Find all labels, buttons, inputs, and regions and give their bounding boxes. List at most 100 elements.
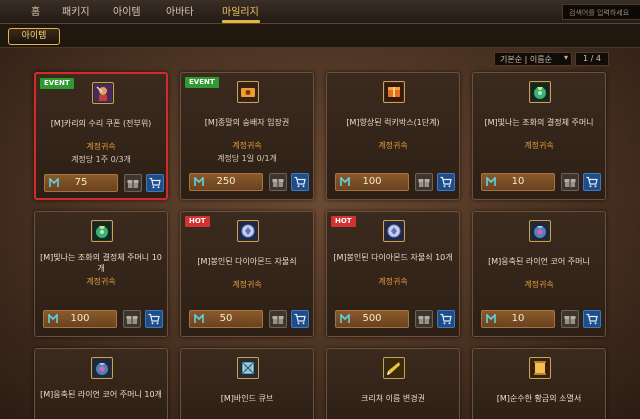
add-to-cart-button[interactable] <box>146 174 164 192</box>
gift-button[interactable] <box>415 310 433 328</box>
lucky-box-icon <box>383 81 405 103</box>
price-value: 100 <box>70 313 90 324</box>
sub-nav <box>0 24 640 48</box>
price-value: 75 <box>74 177 88 188</box>
item-bind-type: 계정귀속 <box>378 141 408 150</box>
item-bind-type: 계정귀속 <box>86 142 116 151</box>
gift-icon <box>564 173 576 192</box>
price-value: 100 <box>362 176 382 187</box>
add-to-cart-button[interactable] <box>583 310 601 328</box>
nav-avatar[interactable]: 아바타 <box>166 3 194 18</box>
item-name: [M]카리의 수리 쿠폰 (전부위) <box>50 119 152 128</box>
gift-button[interactable] <box>269 310 287 328</box>
item-name: 크리쳐 이름 변경권 <box>361 394 425 403</box>
gift-button[interactable] <box>415 173 433 191</box>
chevron-down-icon: ▾ <box>563 53 568 62</box>
search-input[interactable]: 검색어를 입력하세요 <box>562 4 640 20</box>
add-to-cart-button[interactable] <box>291 310 309 328</box>
cart-icon <box>149 174 161 193</box>
lion-core-pouch-icon <box>529 220 551 242</box>
price-box: 50 <box>189 310 263 328</box>
item-name: [M]바인드 큐브 <box>220 394 274 403</box>
bind-cube-icon <box>237 357 259 379</box>
price-value: 250 <box>216 176 236 187</box>
gift-icon <box>418 173 430 192</box>
add-to-cart-button[interactable] <box>583 173 601 191</box>
lion-core-pouch-icon <box>91 357 113 379</box>
gift-button[interactable] <box>123 310 141 328</box>
price-value: 50 <box>219 313 233 324</box>
item-name: [M]향상된 럭키박스(1단계) <box>346 118 440 127</box>
gift-icon <box>272 310 284 329</box>
rename-ticket-icon <box>383 357 405 379</box>
gift-button[interactable] <box>561 310 579 328</box>
nav-home[interactable]: 홈 <box>31 3 40 18</box>
add-to-cart-button[interactable] <box>437 173 455 191</box>
event-badge: EVENT <box>40 78 74 89</box>
hot-badge: HOT <box>185 216 210 227</box>
add-to-cart-button[interactable] <box>437 310 455 328</box>
product-card[interactable]: HOT [M]봉인된 다이아몬드 자물쇠계정귀속 50 <box>180 211 314 337</box>
item-bind-type: 계정귀속 <box>232 280 262 289</box>
product-card[interactable]: EVENT [M]종말의 숭배자 입장권 계정귀속 계정당 1일 0/1개 250 <box>180 72 314 200</box>
product-card[interactable]: [M]향상된 럭키박스(1단계) 계정귀속 100 <box>326 72 460 200</box>
add-to-cart-button[interactable] <box>291 173 309 191</box>
gift-button[interactable] <box>124 174 142 192</box>
cart-icon <box>586 173 598 192</box>
price-value: 10 <box>511 176 525 187</box>
item-bind-type: 계정귀속 <box>524 280 554 289</box>
price-box: 75 <box>44 174 118 192</box>
pagination[interactable]: 1 / 4 <box>575 52 609 66</box>
product-card[interactable]: [M]응축된 라이언 코어 주머니계정귀속 10 <box>472 211 606 337</box>
event-badge: EVENT <box>185 77 219 88</box>
item-name: [M]봉인된 다이아몬드 자물쇠 10개 <box>333 253 453 262</box>
diamond-lock-icon <box>383 220 405 242</box>
product-card[interactable]: EVENT [M]카리의 수리 쿠폰 (전부위) 계정귀속계정당 1주 0/3개 75 <box>34 72 168 200</box>
product-card[interactable]: [M]빛나는 조화의 결정체 주머니 10개 계정귀속 100 <box>34 211 168 337</box>
cart-icon <box>294 310 306 329</box>
cart-icon <box>148 310 160 329</box>
price-box: 500 <box>335 310 409 328</box>
gift-button[interactable] <box>269 173 287 191</box>
gift-icon <box>127 174 139 193</box>
sort-select-value: 기본순 | 이름순 <box>500 55 552 64</box>
gift-button[interactable] <box>561 173 579 191</box>
price-box: 100 <box>335 173 409 191</box>
ticket-icon <box>237 81 259 103</box>
price-box: 100 <box>43 310 117 328</box>
product-card[interactable]: [M]바인드 큐브 <box>180 348 314 419</box>
item-bind-type: 계정귀속 <box>378 277 408 286</box>
item-name: [M]봉인된 다이아몬드 자물쇠 <box>197 257 297 266</box>
cart-icon <box>440 173 452 192</box>
price-box: 10 <box>481 310 555 328</box>
item-bind-type: 계정귀속 <box>232 141 262 150</box>
cart-icon <box>586 310 598 329</box>
nav-item[interactable]: 아이템 <box>113 3 141 18</box>
tab-item[interactable]: 아이템 <box>8 28 60 45</box>
product-card[interactable]: 크리쳐 이름 변경권 <box>326 348 460 419</box>
cart-icon <box>440 310 452 329</box>
crystal-pouch-icon <box>91 220 113 242</box>
product-card[interactable]: [M]순수한 황금의 소멸서 <box>472 348 606 419</box>
item-name: [M]응축된 라이언 코어 주머니 <box>488 257 590 266</box>
diamond-lock-icon <box>237 220 259 242</box>
add-to-cart-button[interactable] <box>145 310 163 328</box>
top-nav: 홈 패키지 아이템 아바타 마일리지 검색어를 입력하세요 <box>0 0 640 24</box>
sort-select[interactable]: 기본순 | 이름순 ▾ <box>494 52 572 66</box>
nav-package[interactable]: 패키지 <box>62 3 90 18</box>
golden-scroll-icon <box>529 357 551 379</box>
product-card[interactable]: [M]응축된 라이언 코어 주머니 10개 <box>34 348 168 419</box>
gift-icon <box>564 310 576 329</box>
item-name: [M]빛나는 조화의 결정체 주머니 <box>484 118 594 127</box>
item-purchase-limit: 계정당 1주 0/3개 <box>71 155 131 164</box>
price-value: 10 <box>511 313 525 324</box>
price-box: 250 <box>189 173 263 191</box>
crystal-pouch-icon <box>529 81 551 103</box>
repair-coupon-icon <box>92 82 114 104</box>
item-bind-type: 계정귀속 <box>86 277 116 286</box>
nav-mileage[interactable]: 마일리지 <box>222 3 259 18</box>
product-card[interactable]: [M]빛나는 조화의 결정체 주머니계정귀속 10 <box>472 72 606 200</box>
price-box: 10 <box>481 173 555 191</box>
item-bind-type: 계정귀속 <box>524 141 554 150</box>
product-card[interactable]: HOT [M]봉인된 다이아몬드 자물쇠 10개 계정귀속 500 <box>326 211 460 337</box>
